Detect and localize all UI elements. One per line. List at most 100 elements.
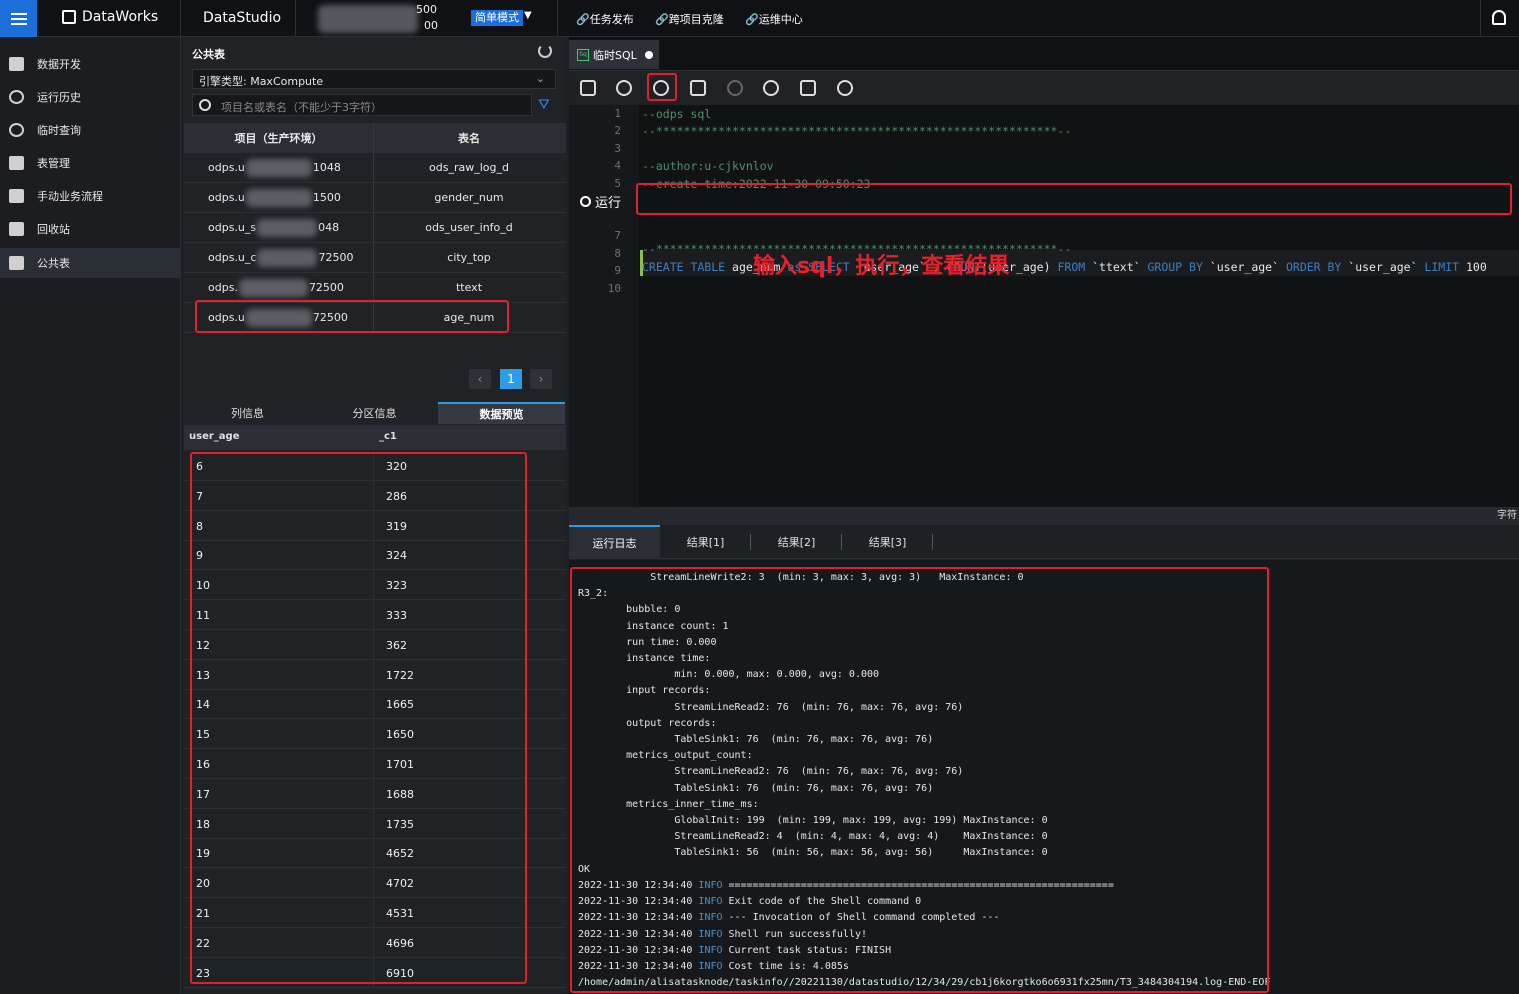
col-table: 表名 (458, 132, 480, 145)
annotation-text: 输入sql，执行，查看结果 (753, 254, 1010, 279)
project-cell: odps.u 1 500 (184, 183, 374, 212)
stop-icon[interactable] (727, 80, 743, 96)
count-cell: 4696 (386, 936, 414, 950)
tab-result-1[interactable]: 结果[1] (660, 525, 751, 559)
editor-area: Sq 临时SQL 1 2 3 4 5 7 8 9 10 CREATE TABLE age_num … (569, 37, 1519, 507)
log-info-line: 2022-11-30 12:34:40 INFO Current task st… (578, 944, 892, 956)
sidebar-item-public-table[interactable]: 公共表 (0, 248, 181, 278)
user-age-cell: 17 (184, 778, 374, 808)
sidebar-item-run-history[interactable]: 运行历史 (0, 82, 181, 112)
log-line: run time: 0.000 (578, 636, 717, 648)
link-task-publish[interactable]: 🔗任务发布 (576, 11, 634, 27)
run-line-button[interactable]: 运行 (580, 192, 621, 211)
table-name-cell: ods_user_info_d (425, 221, 513, 234)
run-icon[interactable] (653, 80, 669, 96)
share-icon[interactable] (837, 80, 853, 96)
user-age-cell: 19 (184, 838, 374, 868)
line-number: 4 (614, 159, 621, 173)
search-input[interactable]: 项目名或表名（不能少于3字符） (192, 94, 532, 116)
log-info-line: 2022-11-30 12:34:40 INFO ===============… (578, 880, 1114, 891)
run-params-icon[interactable] (690, 80, 706, 96)
link-ops-center[interactable]: 🔗运维中心 (745, 11, 803, 27)
public-table-panel: 公共表 引擎类型: MaxCompute ⌄ 项目名或表名（不能少于3字符） ⛛ … (184, 37, 566, 994)
link-cross-project-clone[interactable]: 🔗跨项目克隆 (655, 11, 724, 27)
page-number[interactable]: 1 (500, 369, 522, 389)
count-cell: 319 (386, 519, 407, 533)
count-cell: 1650 (386, 728, 414, 742)
detail-tabs: 列信息 分区信息 数据预览 (184, 402, 566, 424)
preview-row: 6 320 (184, 451, 566, 481)
prev-page-button[interactable]: ‹ (469, 369, 491, 389)
engine-select[interactable]: 引擎类型: MaxCompute ⌄ (192, 69, 556, 89)
chevron-down-icon[interactable]: ▼ (524, 10, 532, 21)
user-age-cell: 20 (184, 868, 374, 898)
line-number: 10 (607, 281, 621, 295)
bell-icon[interactable] (1492, 10, 1506, 25)
tab-columns[interactable]: 列信息 (184, 402, 311, 424)
sidebar: 数据开发 运行历史 临时查询 表管理 手动业务流程 回收站 公共表 (0, 37, 181, 994)
table-row[interactable]: odps.u 1 048 ods_raw_log_d (184, 153, 566, 183)
preview-row: 21 4531 (184, 898, 566, 928)
user-age-cell: 10 (184, 570, 374, 600)
top-bar: DataWorks DataStudio 500 00 简单模式 ▼ 🔗任务发布… (0, 0, 1519, 37)
tab-partitions[interactable]: 分区信息 (311, 402, 438, 424)
reload-icon[interactable] (763, 80, 779, 96)
table-name-cell: gender_num (434, 191, 504, 204)
preview-row: 17 1688 (184, 778, 566, 809)
sidebar-item-recycle-bin[interactable]: 回收站 (0, 214, 181, 244)
table-row[interactable]: odps.u 1 500 gender_num (184, 183, 566, 213)
log-line: TableSink1: 76 (min: 76, max: 76, avg: 7… (578, 782, 934, 794)
clock-icon (9, 90, 24, 104)
code-comment-line: --create time:2022-11-30 09:50:23 (642, 176, 871, 191)
tab-run-log[interactable]: 运行日志 (569, 525, 660, 559)
count-cell: 1722 (386, 668, 414, 682)
col-project: 项目（生产环境） (184, 123, 374, 153)
mode-badge[interactable]: 简单模式 (471, 10, 523, 26)
dataworks-logo-icon (62, 10, 76, 24)
code-comment-line: --author:u-cjkvnlov (642, 159, 774, 174)
count-cell: 4702 (386, 877, 414, 891)
table-row[interactable]: odps.u_s 048 ods_user_info_d (184, 213, 566, 243)
chevron-down-icon: ⌄ (535, 72, 545, 85)
log-line: metrics_output_count: (578, 750, 753, 762)
sidebar-item-table-manage[interactable]: 表管理 (0, 148, 181, 178)
preview-header: user_age _c1 (184, 425, 566, 450)
sidebar-item-data-dev[interactable]: 数据开发 (0, 49, 181, 79)
preview-row: 11 333 (184, 600, 566, 630)
tab-result-3[interactable]: 结果[3] (842, 525, 933, 559)
log-line: GlobalInit: 199 (min: 199, max: 199, avg… (578, 815, 1048, 826)
editor-toolbar (569, 70, 1519, 105)
count-cell: 6910 (386, 966, 414, 980)
user-age-cell: 23 (184, 957, 374, 987)
table-row[interactable]: odps. 72500 ttext (184, 273, 566, 303)
count-cell: 1701 (386, 758, 414, 771)
user-age-cell: 15 (184, 719, 374, 749)
count-cell: 362 (386, 638, 407, 652)
splitter[interactable]: 字符 (569, 507, 1519, 525)
code-editor[interactable]: CREATE TABLE age_num as SELECT `user_age… (640, 105, 1519, 507)
preview-row: 7 286 (184, 480, 566, 511)
table-row[interactable]: odps.u_c 72500 city_top (184, 243, 566, 273)
refresh-icon[interactable] (538, 44, 552, 58)
sidebar-item-manual-flow[interactable]: 手动业务流程 (0, 181, 181, 211)
line-number: 3 (614, 141, 621, 155)
brand[interactable]: DataWorks (62, 9, 158, 25)
tab-result-2[interactable]: 结果[2] (751, 525, 842, 559)
tab-adhoc-sql[interactable]: Sq 临时SQL (569, 40, 659, 69)
log-line: TableSink1: 76 (min: 76, max: 76, avg: 7… (578, 734, 934, 745)
next-page-button[interactable]: › (530, 369, 552, 389)
filter-icon[interactable]: ⛛ (538, 97, 550, 113)
trash-icon (9, 222, 24, 236)
sidebar-item-adhoc-query[interactable]: 临时查询 (0, 115, 181, 145)
count-cell: 333 (386, 609, 407, 622)
table-row[interactable]: odps.u 72500 age_num (184, 303, 566, 333)
cost-icon[interactable] (616, 80, 632, 96)
log-info-line: 2022-11-30 12:34:40 INFO Exit code of th… (578, 896, 922, 908)
menu-icon[interactable] (0, 0, 37, 37)
project-selector[interactable]: 500 00 (310, 3, 438, 33)
tab-data-preview[interactable]: 数据预览 (438, 402, 565, 424)
save-icon[interactable] (580, 80, 596, 96)
play-icon (580, 196, 591, 207)
line-number: 1 (614, 107, 621, 120)
format-icon[interactable] (800, 80, 816, 96)
